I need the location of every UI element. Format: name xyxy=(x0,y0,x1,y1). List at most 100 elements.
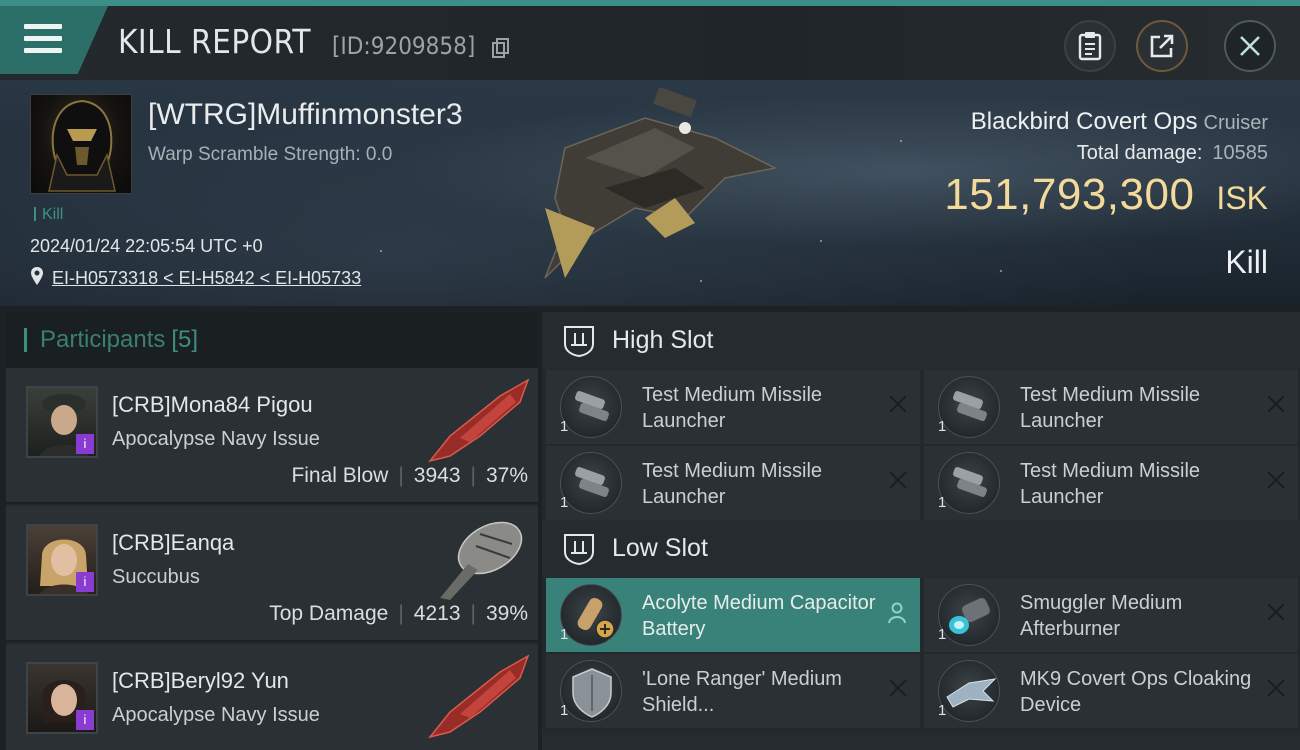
cloaking-device-icon xyxy=(938,660,1000,722)
participant-percent: 37% xyxy=(485,464,528,487)
participant-ship-image xyxy=(440,521,523,600)
isk-value-row: 151,793,300 ISK xyxy=(944,170,1268,220)
module-qty: 1 xyxy=(560,626,569,643)
clipboard-icon xyxy=(1078,32,1102,61)
participant-stats: Top Damage | 4213 | 39% xyxy=(269,602,528,625)
victim-ship-image[interactable] xyxy=(525,88,785,288)
module-qty: 1 xyxy=(560,494,569,511)
participant-ship: Apocalypse Navy Issue xyxy=(112,704,320,726)
victim-ship-name: Blackbird Covert Ops Cruiser xyxy=(971,108,1268,136)
total-damage: Total damage: 10585 xyxy=(1077,142,1268,165)
participant-stats: Final Blow | 3943 | 37% xyxy=(291,464,528,487)
participant-percent: 39% xyxy=(485,602,528,625)
participant-ship: Succubus xyxy=(112,566,200,588)
participant-role: Final Blow xyxy=(291,464,389,487)
participant-row[interactable]: i [CRB]Eanqa Succubus Top Damage | 4213 … xyxy=(6,506,538,642)
capacitor-battery-icon xyxy=(560,584,622,646)
warp-scramble-strength: Warp Scramble Strength: 0.0 xyxy=(148,144,393,165)
faction-badge: i xyxy=(76,710,94,730)
location-link[interactable]: EI-H0573318 < EI-H5842 < EI-H05733 xyxy=(52,268,361,289)
shield-module-icon xyxy=(560,660,622,722)
menu-button[interactable] xyxy=(0,6,108,74)
participant-name[interactable]: [CRB]Mona84 Pigou xyxy=(112,392,313,418)
missile-launcher-icon xyxy=(938,376,1000,438)
victim-avatar[interactable] xyxy=(30,94,132,194)
kill-tag: Kill xyxy=(34,206,63,224)
module-qty: 1 xyxy=(560,418,569,435)
participant-ship-image xyxy=(428,654,530,739)
afterburner-icon xyxy=(938,584,1000,646)
participant-row[interactable]: i [CRB]Beryl92 Yun Apocalypse Navy Issue xyxy=(6,644,538,750)
module-item[interactable]: 1 Test Medium Missile Launcher xyxy=(924,370,1298,444)
module-qty: 1 xyxy=(938,494,947,511)
module-name: Test Medium Missile Launcher xyxy=(1020,384,1201,432)
report-id: [ID:9209858] xyxy=(332,32,476,60)
module-item-dropped[interactable]: 1 Acolyte Medium Capacitor Battery xyxy=(546,578,920,652)
destroyed-icon xyxy=(1266,678,1286,698)
participants-title: Participants [5] xyxy=(40,326,199,353)
faction-badge: i xyxy=(76,434,94,454)
participant-ship-image xyxy=(428,378,530,463)
module-name: Smuggler Medium Afterburner xyxy=(1020,592,1183,640)
missile-launcher-icon xyxy=(560,376,622,438)
clipboard-button[interactable] xyxy=(1064,20,1116,72)
module-item[interactable]: 1 Test Medium Missile Launcher xyxy=(546,446,920,520)
module-name: Acolyte Medium Capacitor Battery xyxy=(642,592,876,640)
destroyed-icon xyxy=(1266,470,1286,490)
destroyed-icon xyxy=(888,470,908,490)
destroyed-icon xyxy=(1266,394,1286,414)
page-title: KILL REPORT xyxy=(118,22,312,61)
participant-avatar[interactable]: i xyxy=(26,524,98,596)
module-name: 'Lone Ranger' Medium Shield... xyxy=(642,668,842,716)
missile-launcher-icon xyxy=(560,452,622,514)
low-slot-icon xyxy=(564,534,594,566)
module-item[interactable]: 1 Test Medium Missile Launcher xyxy=(546,370,920,444)
menu-icon xyxy=(24,24,62,54)
fitting-panel: High Slot 1 Test Medium Missile Launcher… xyxy=(542,312,1300,750)
kill-datetime: 2024/01/24 22:05:54 UTC +0 xyxy=(30,236,263,256)
participant-row[interactable]: i [CRB]Mona84 Pigou Apocalypse Navy Issu… xyxy=(6,368,538,504)
missile-launcher-icon xyxy=(938,452,1000,514)
low-slot-label: Low Slot xyxy=(612,534,708,562)
destroyed-icon xyxy=(888,394,908,414)
close-button[interactable] xyxy=(1224,20,1276,72)
isk-unit: ISK xyxy=(1216,180,1268,216)
participant-ship: Apocalypse Navy Issue xyxy=(112,428,320,450)
victim-banner: [WTRG]Muffinmonster3 Warp Scramble Stren… xyxy=(0,80,1300,306)
module-qty: 1 xyxy=(938,626,947,643)
share-button[interactable] xyxy=(1136,20,1188,72)
copy-icon[interactable] xyxy=(492,38,510,58)
ship-class: Cruiser xyxy=(1203,112,1268,134)
module-item[interactable]: 1 'Lone Ranger' Medium Shield... xyxy=(546,654,920,728)
module-qty: 1 xyxy=(938,418,947,435)
low-slot-header: Low Slot xyxy=(542,520,1300,578)
header-bar: KILL REPORT [ID:9209858] xyxy=(0,6,1300,80)
faction-badge: i xyxy=(76,572,94,592)
participant-avatar[interactable]: i xyxy=(26,386,98,458)
high-slot-header: High Slot xyxy=(542,312,1300,370)
mid-slot-header-partial xyxy=(542,732,1300,750)
person-icon xyxy=(888,602,906,624)
module-name: Test Medium Missile Launcher xyxy=(642,384,823,432)
module-name: MK9 Covert Ops Cloaking Device xyxy=(1020,668,1252,716)
total-damage-label: Total damage: xyxy=(1076,142,1203,164)
module-item[interactable]: 1 Smuggler Medium Afterburner xyxy=(924,578,1298,652)
total-damage-value: 10585 xyxy=(1212,142,1268,164)
participant-name[interactable]: [CRB]Beryl92 Yun xyxy=(112,668,289,694)
module-item[interactable]: 1 MK9 Covert Ops Cloaking Device xyxy=(924,654,1298,728)
victim-pilot-name[interactable]: [WTRG]Muffinmonster3 xyxy=(148,98,463,132)
location-pin-icon xyxy=(31,267,43,285)
isk-value: 151,793,300 xyxy=(944,170,1195,219)
share-icon xyxy=(1150,34,1174,58)
destroyed-icon xyxy=(888,678,908,698)
module-item[interactable]: 1 Test Medium Missile Launcher xyxy=(924,446,1298,520)
participant-damage: 3943 xyxy=(413,464,461,487)
participant-damage: 4213 xyxy=(413,602,461,625)
participant-name[interactable]: [CRB]Eanqa xyxy=(112,530,234,556)
participants-header: Participants [5] xyxy=(6,312,538,368)
module-name: Test Medium Missile Launcher xyxy=(642,460,823,508)
kill-result: Kill xyxy=(1225,244,1268,280)
high-slot-icon xyxy=(564,326,594,358)
ship-name-text: Blackbird Covert Ops xyxy=(970,108,1198,135)
participant-avatar[interactable]: i xyxy=(26,662,98,734)
